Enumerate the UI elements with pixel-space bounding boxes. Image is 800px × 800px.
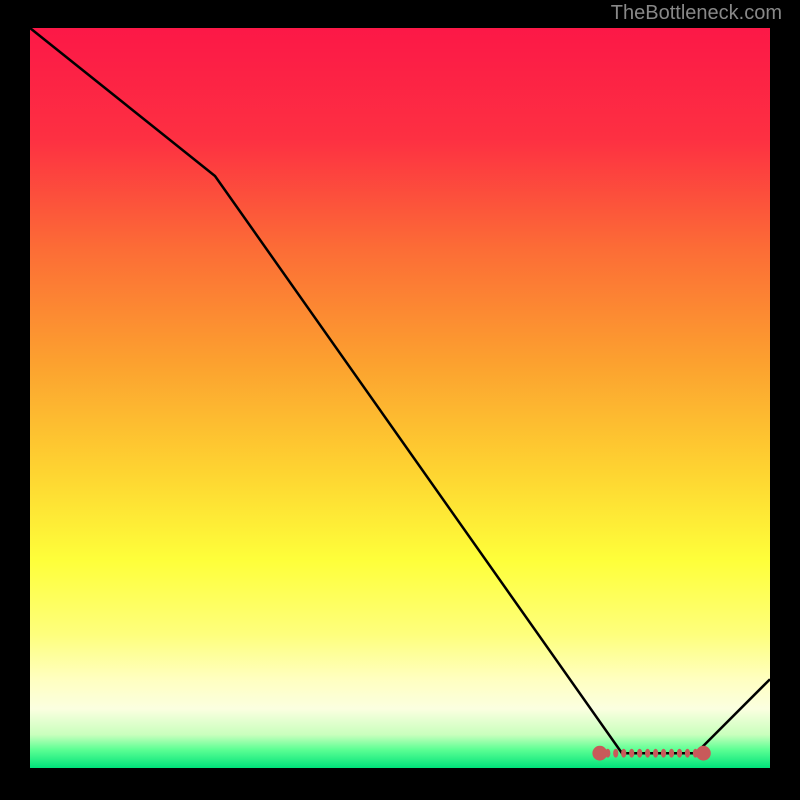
chart-overlay: [30, 28, 770, 768]
plot-area: [30, 28, 770, 768]
chart-container: TheBottleneck.com: [0, 0, 800, 800]
watermark-label: TheBottleneck.com: [611, 2, 782, 25]
bottleneck-curve: [30, 28, 770, 753]
